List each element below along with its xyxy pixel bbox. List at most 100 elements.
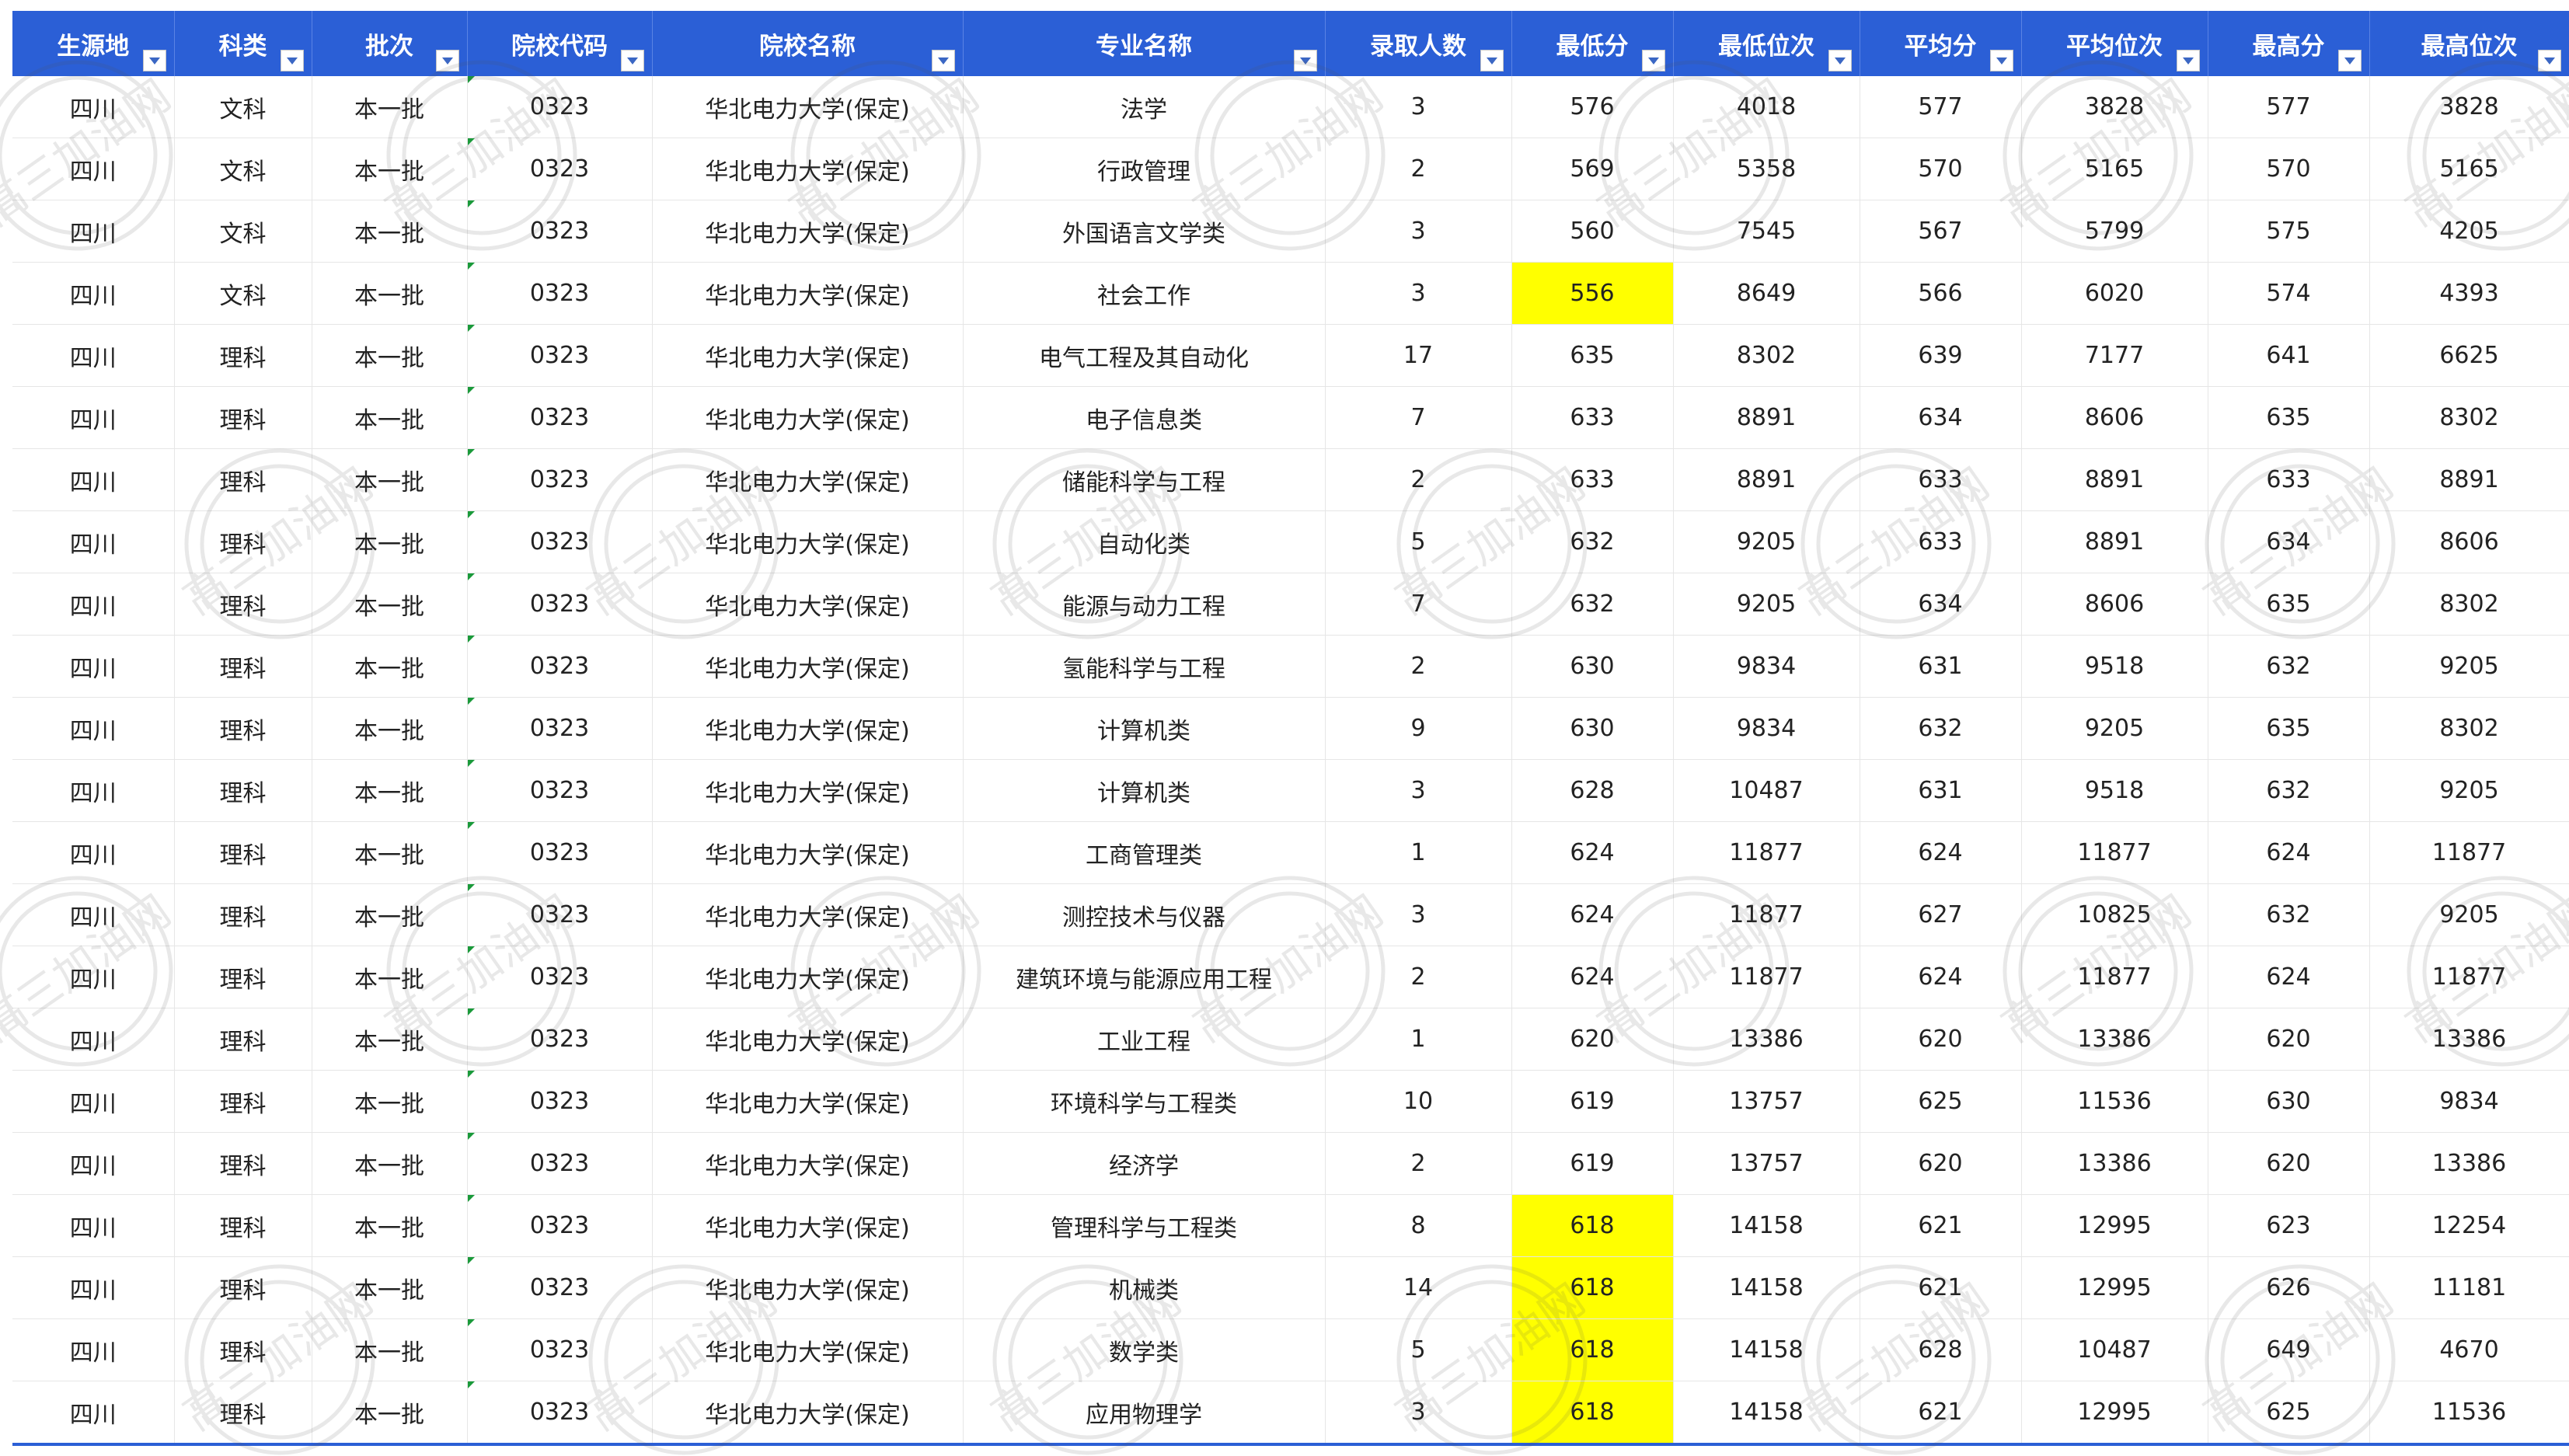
- table-cell[interactable]: 632: [2208, 759, 2370, 822]
- table-cell[interactable]: 620: [2208, 1008, 2370, 1071]
- table-cell[interactable]: 四川: [12, 697, 175, 760]
- table-cell[interactable]: 理科: [174, 573, 312, 636]
- table-cell[interactable]: 0323: [467, 76, 653, 138]
- table-cell[interactable]: 13386: [2021, 1008, 2208, 1071]
- table-cell[interactable]: 14158: [1673, 1194, 1860, 1257]
- table-cell[interactable]: 624: [1511, 883, 1674, 946]
- table-cell[interactable]: 0323: [467, 1256, 653, 1319]
- table-cell[interactable]: 4393: [2369, 262, 2569, 325]
- table-cell[interactable]: 620: [2208, 1132, 2370, 1195]
- table-cell[interactable]: 四川: [12, 1132, 175, 1195]
- table-cell[interactable]: 华北电力大学(保定): [652, 1256, 964, 1319]
- table-cell[interactable]: 632: [2208, 635, 2370, 698]
- table-cell[interactable]: 632: [2208, 883, 2370, 946]
- table-cell[interactable]: 华北电力大学(保定): [652, 1008, 964, 1071]
- table-cell[interactable]: 13757: [1673, 1132, 1860, 1195]
- table-cell[interactable]: 四川: [12, 324, 175, 387]
- filter-dropdown-button[interactable]: [2337, 50, 2362, 71]
- table-cell[interactable]: 11536: [2021, 1070, 2208, 1133]
- table-cell[interactable]: 华北电力大学(保定): [652, 1070, 964, 1133]
- table-cell[interactable]: 633: [1860, 448, 2022, 511]
- table-cell[interactable]: 华北电力大学(保定): [652, 1194, 964, 1257]
- table-cell[interactable]: 624: [1860, 946, 2022, 1008]
- table-cell[interactable]: 0323: [467, 1194, 653, 1257]
- table-cell[interactable]: 电子信息类: [963, 386, 1326, 449]
- table-cell[interactable]: 621: [1860, 1194, 2022, 1257]
- table-cell[interactable]: 文科: [174, 200, 312, 263]
- table-cell[interactable]: 621: [1860, 1256, 2022, 1319]
- table-cell[interactable]: 6625: [2369, 324, 2569, 387]
- table-cell[interactable]: 本一批: [312, 448, 468, 511]
- table-cell[interactable]: 四川: [12, 386, 175, 449]
- table-cell[interactable]: 0323: [467, 448, 653, 511]
- table-cell[interactable]: 2: [1325, 138, 1512, 200]
- table-cell[interactable]: 工业工程: [963, 1008, 1326, 1071]
- table-cell[interactable]: 8891: [2021, 448, 2208, 511]
- table-cell[interactable]: 3: [1325, 1381, 1512, 1446]
- table-cell[interactable]: 四川: [12, 262, 175, 325]
- table-cell[interactable]: 0323: [467, 883, 653, 946]
- table-cell[interactable]: 7177: [2021, 324, 2208, 387]
- table-cell[interactable]: 本一批: [312, 324, 468, 387]
- table-cell[interactable]: 储能科学与工程: [963, 448, 1326, 511]
- table-cell[interactable]: 8606: [2021, 386, 2208, 449]
- table-cell[interactable]: 14158: [1673, 1381, 1860, 1446]
- table-cell[interactable]: 5165: [2021, 138, 2208, 200]
- table-cell[interactable]: 0323: [467, 697, 653, 760]
- table-cell[interactable]: 华北电力大学(保定): [652, 138, 964, 200]
- table-cell[interactable]: 649: [2208, 1318, 2370, 1381]
- table-cell[interactable]: 8606: [2021, 573, 2208, 636]
- table-cell[interactable]: 本一批: [312, 1381, 468, 1446]
- table-cell[interactable]: 8302: [2369, 386, 2569, 449]
- table-cell[interactable]: 635: [2208, 386, 2370, 449]
- table-cell[interactable]: 氢能科学与工程: [963, 635, 1326, 698]
- table-cell[interactable]: 624: [1511, 946, 1674, 1008]
- table-cell[interactable]: 619: [1511, 1070, 1674, 1133]
- table-cell[interactable]: 639: [1860, 324, 2022, 387]
- table-cell[interactable]: 0323: [467, 1381, 653, 1446]
- table-cell[interactable]: 四川: [12, 883, 175, 946]
- table-cell[interactable]: 本一批: [312, 138, 468, 200]
- table-cell[interactable]: 四川: [12, 1256, 175, 1319]
- table-cell[interactable]: 本一批: [312, 262, 468, 325]
- table-cell[interactable]: 9205: [2369, 635, 2569, 698]
- table-cell[interactable]: 文科: [174, 76, 312, 138]
- table-cell[interactable]: 理科: [174, 759, 312, 822]
- table-cell[interactable]: 0323: [467, 324, 653, 387]
- table-cell[interactable]: 四川: [12, 635, 175, 698]
- filter-dropdown-button[interactable]: [931, 50, 955, 71]
- table-cell[interactable]: 2: [1325, 946, 1512, 1008]
- table-cell[interactable]: 本一批: [312, 759, 468, 822]
- table-cell[interactable]: 理科: [174, 1381, 312, 1446]
- table-cell[interactable]: 635: [2208, 697, 2370, 760]
- table-cell[interactable]: 华北电力大学(保定): [652, 1132, 964, 1195]
- table-cell[interactable]: 10: [1325, 1070, 1512, 1133]
- table-cell[interactable]: 560: [1511, 200, 1674, 263]
- table-cell[interactable]: 7545: [1673, 200, 1860, 263]
- table-cell[interactable]: 618: [1511, 1381, 1674, 1446]
- table-cell[interactable]: 四川: [12, 1318, 175, 1381]
- table-cell[interactable]: 理科: [174, 946, 312, 1008]
- table-cell[interactable]: 8302: [2369, 697, 2569, 760]
- table-cell[interactable]: 1: [1325, 1008, 1512, 1071]
- table-cell[interactable]: 数学类: [963, 1318, 1326, 1381]
- table-cell[interactable]: 四川: [12, 200, 175, 263]
- table-cell[interactable]: 5165: [2369, 138, 2569, 200]
- table-cell[interactable]: 0323: [467, 138, 653, 200]
- table-cell[interactable]: 576: [1511, 76, 1674, 138]
- table-cell[interactable]: 华北电力大学(保定): [652, 448, 964, 511]
- table-cell[interactable]: 华北电力大学(保定): [652, 200, 964, 263]
- filter-dropdown-button[interactable]: [620, 50, 644, 71]
- table-cell[interactable]: 11877: [1673, 946, 1860, 1008]
- table-cell[interactable]: 本一批: [312, 946, 468, 1008]
- table-cell[interactable]: 11877: [2021, 946, 2208, 1008]
- table-cell[interactable]: 632: [1511, 510, 1674, 573]
- table-cell[interactable]: 理科: [174, 448, 312, 511]
- table-cell[interactable]: 0323: [467, 1318, 653, 1381]
- table-cell[interactable]: 634: [1860, 386, 2022, 449]
- table-cell[interactable]: 5358: [1673, 138, 1860, 200]
- table-cell[interactable]: 外国语言文学类: [963, 200, 1326, 263]
- table-cell[interactable]: 四川: [12, 1070, 175, 1133]
- table-cell[interactable]: 618: [1511, 1318, 1674, 1381]
- table-cell[interactable]: 2: [1325, 448, 1512, 511]
